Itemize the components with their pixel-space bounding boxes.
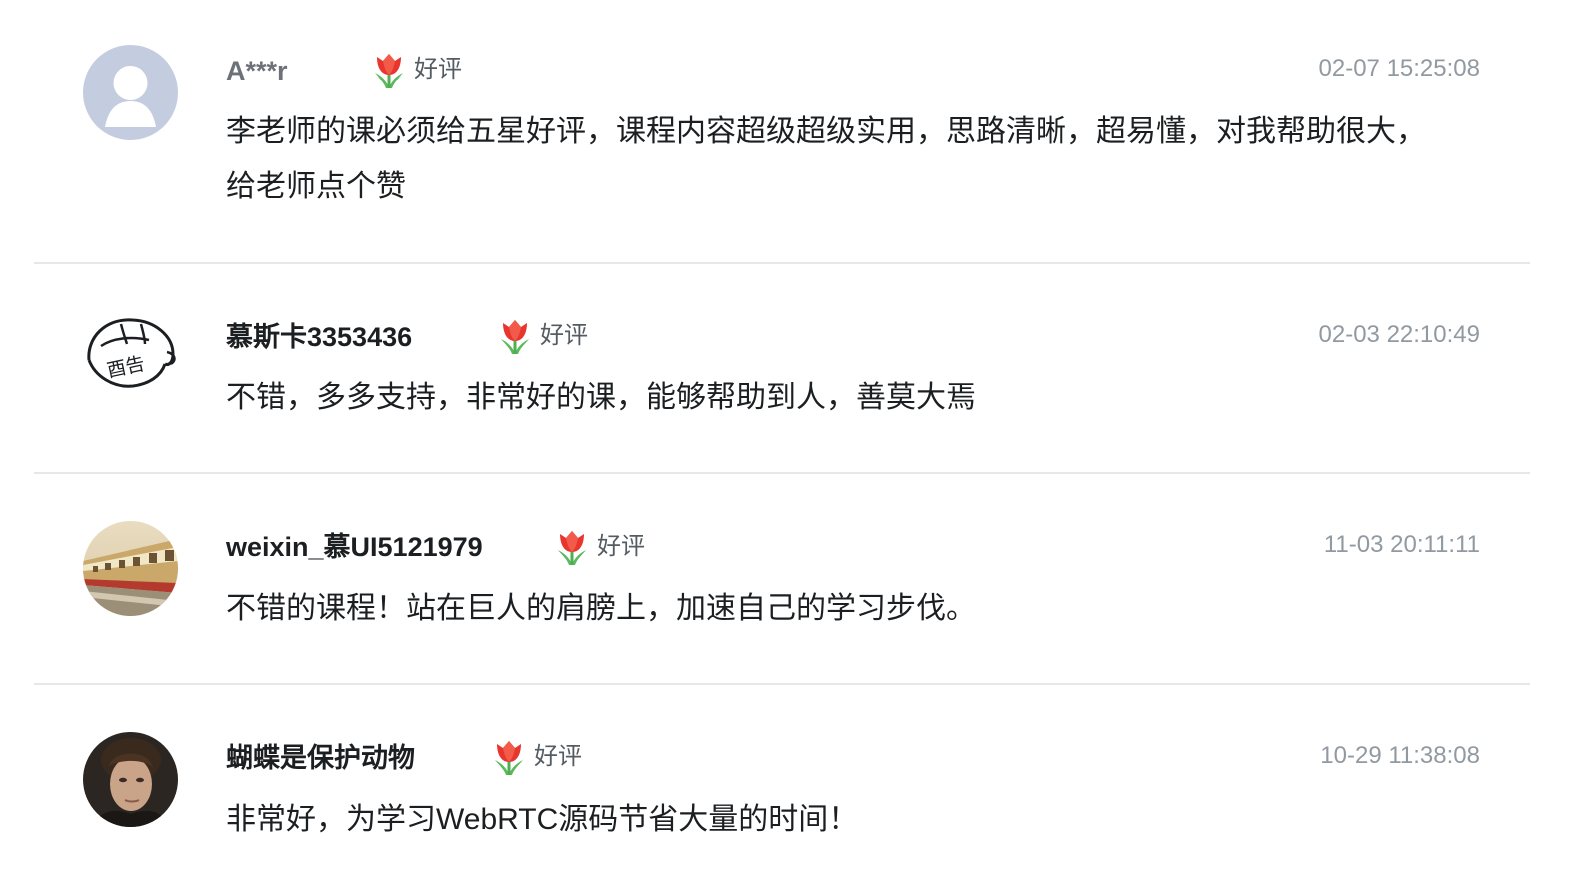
good-review-badge: 好评	[372, 50, 462, 90]
divider	[34, 262, 1530, 264]
tulip-icon	[495, 741, 523, 775]
divider	[34, 683, 1530, 685]
badge-label: 好评	[597, 533, 645, 560]
avatar[interactable]	[83, 732, 178, 827]
avatar[interactable]	[83, 45, 178, 140]
doodle-avatar-icon: 酉告	[83, 310, 178, 405]
review-time: 11-03 20:11:11	[1323, 531, 1480, 558]
username[interactable]: 慕斯卡3353436	[226, 320, 412, 354]
good-review-badge: 好评	[555, 527, 645, 567]
review-time: 02-07 15:25:08	[1318, 55, 1480, 82]
review-content: 非常好，为学习WebRTC源码节省大量的时间！	[226, 803, 859, 836]
portrait-photo-avatar-icon	[83, 732, 178, 827]
review-content: 李老师的课必须给五星好评，课程内容超级超级实用，思路清晰，超易懂，对我帮助很大，…	[226, 115, 1426, 203]
badge-label: 好评	[414, 56, 462, 83]
divider	[34, 472, 1530, 474]
avatar[interactable]: 酉告	[83, 310, 178, 405]
default-avatar-icon	[83, 45, 178, 140]
review-time: 10-29 11:38:08	[1320, 742, 1480, 769]
avatar[interactable]	[83, 521, 178, 616]
good-review-badge: 好评	[492, 737, 582, 777]
review-time: 02-03 22:10:49	[1318, 321, 1480, 348]
badge-label: 好评	[540, 322, 588, 349]
review-list: A***r 好评 02-07 15:25:08 李老师的课必须给五星好评，课程内…	[0, 0, 1594, 882]
tulip-icon	[501, 320, 529, 354]
train-photo-avatar-icon	[83, 521, 178, 616]
tulip-icon	[558, 531, 586, 565]
username[interactable]: A***r	[226, 54, 288, 88]
good-review-badge: 好评	[498, 316, 588, 356]
review-content: 不错，多多支持，非常好的课，能够帮助到人，善莫大焉	[226, 381, 976, 414]
username[interactable]: weixin_慕UI5121979	[226, 530, 483, 564]
username[interactable]: 蝴蝶是保护动物	[226, 741, 415, 775]
review-content: 不错的课程！站在巨人的肩膀上，加速自己的学习步伐。	[226, 592, 976, 625]
tulip-icon	[375, 54, 403, 88]
badge-label: 好评	[534, 743, 582, 770]
